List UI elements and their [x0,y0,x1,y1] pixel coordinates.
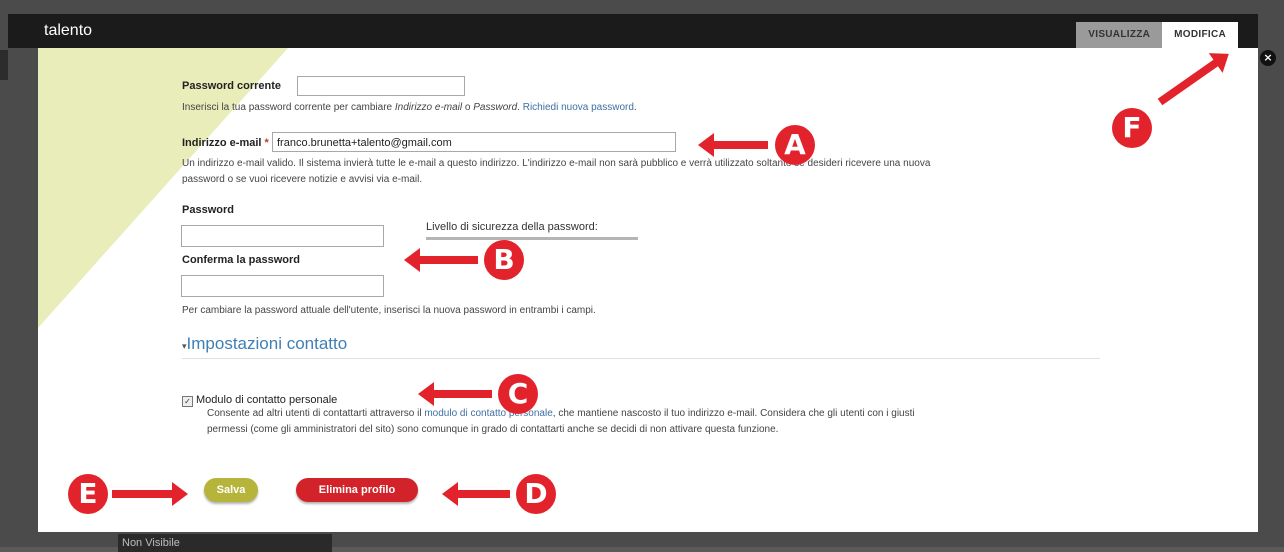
desc-text: Inserisci la tua password corrente per c… [182,102,395,113]
contact-form-description: Consente ad altri utenti di contattarti … [207,406,1107,438]
password-input[interactable] [181,225,384,247]
contact-form-link[interactable]: modulo di contatto personale [424,408,552,419]
email-input[interactable]: franco.brunetta+talento@gmail.com [272,132,676,152]
fieldset-divider [182,358,1100,359]
email-label-text: Indirizzo e-mail [182,137,262,149]
save-button[interactable]: Salva [204,478,258,502]
desc-text: , che mantiene nascosto il tuo indirizzo… [552,408,915,419]
contact-settings-title: Impostazioni contatto [186,334,348,353]
email-desc-line2: password o se vuoi ricevere notizie e av… [182,174,423,185]
annotation-arrow-d [442,482,510,506]
dialog-title: talento [44,22,93,39]
tab-modifica[interactable]: MODIFICA [1162,22,1238,48]
annotation-marker-b: B [484,240,524,280]
desc-password-emphasis: Password [473,102,518,113]
current-password-description: Inserisci la tua password corrente per c… [182,100,637,116]
delete-profile-button[interactable]: Elimina profilo [296,478,418,502]
annotation-marker-c: C [498,374,538,414]
tab-visualizza[interactable]: VISUALIZZA [1076,22,1163,48]
current-password-input[interactable] [297,76,465,96]
password-strength-bar [426,237,638,240]
contact-form-checkbox[interactable]: ✓ [182,396,193,407]
email-label: Indirizzo e-mail * [182,137,269,149]
password-strength-label: Livello di sicurezza della password: [426,221,598,233]
confirm-password-label: Conferma la password [182,254,300,266]
desc-text: Consente ad altri utenti di contattarti … [207,408,425,419]
annotation-marker-f: F [1112,108,1152,148]
confirm-password-description: Per cambiare la password attuale dell'ut… [182,305,596,316]
annotation-marker-a: A [775,125,815,165]
annotation-arrow-e [112,482,188,506]
contact-desc-line2: permessi (come gli amministratori del si… [207,424,779,435]
close-icon[interactable]: × [1260,50,1276,66]
password-label: Password [182,204,234,216]
annotation-marker-e: E [68,474,108,514]
dialog-header: talento VISUALIZZA MODIFICA [8,14,1258,48]
email-desc-line1: Un indirizzo e-mail valido. Il sistema i… [182,158,931,169]
background-select: Non Visibile [118,534,332,552]
contact-settings-toggle[interactable]: ▾Impostazioni contatto [182,334,347,354]
desc-text: . [633,102,637,113]
annotation-arrow-c [418,382,492,406]
current-password-label: Password corrente [182,80,282,92]
background-fragment [0,50,8,80]
confirm-password-input[interactable] [181,275,384,297]
desc-email-emphasis: Indirizzo e-mail [394,102,463,113]
annotation-marker-d: D [516,474,556,514]
email-description: Un indirizzo e-mail valido. Il sistema i… [182,156,1102,188]
tabs: VISUALIZZA MODIFICA [1076,22,1238,48]
desc-text: o [462,102,474,113]
annotation-arrow-b [404,248,478,272]
required-mark: * [264,137,269,149]
request-new-password-link[interactable]: Richiedi nuova password [523,102,634,113]
annotation-arrow-a [698,133,768,157]
